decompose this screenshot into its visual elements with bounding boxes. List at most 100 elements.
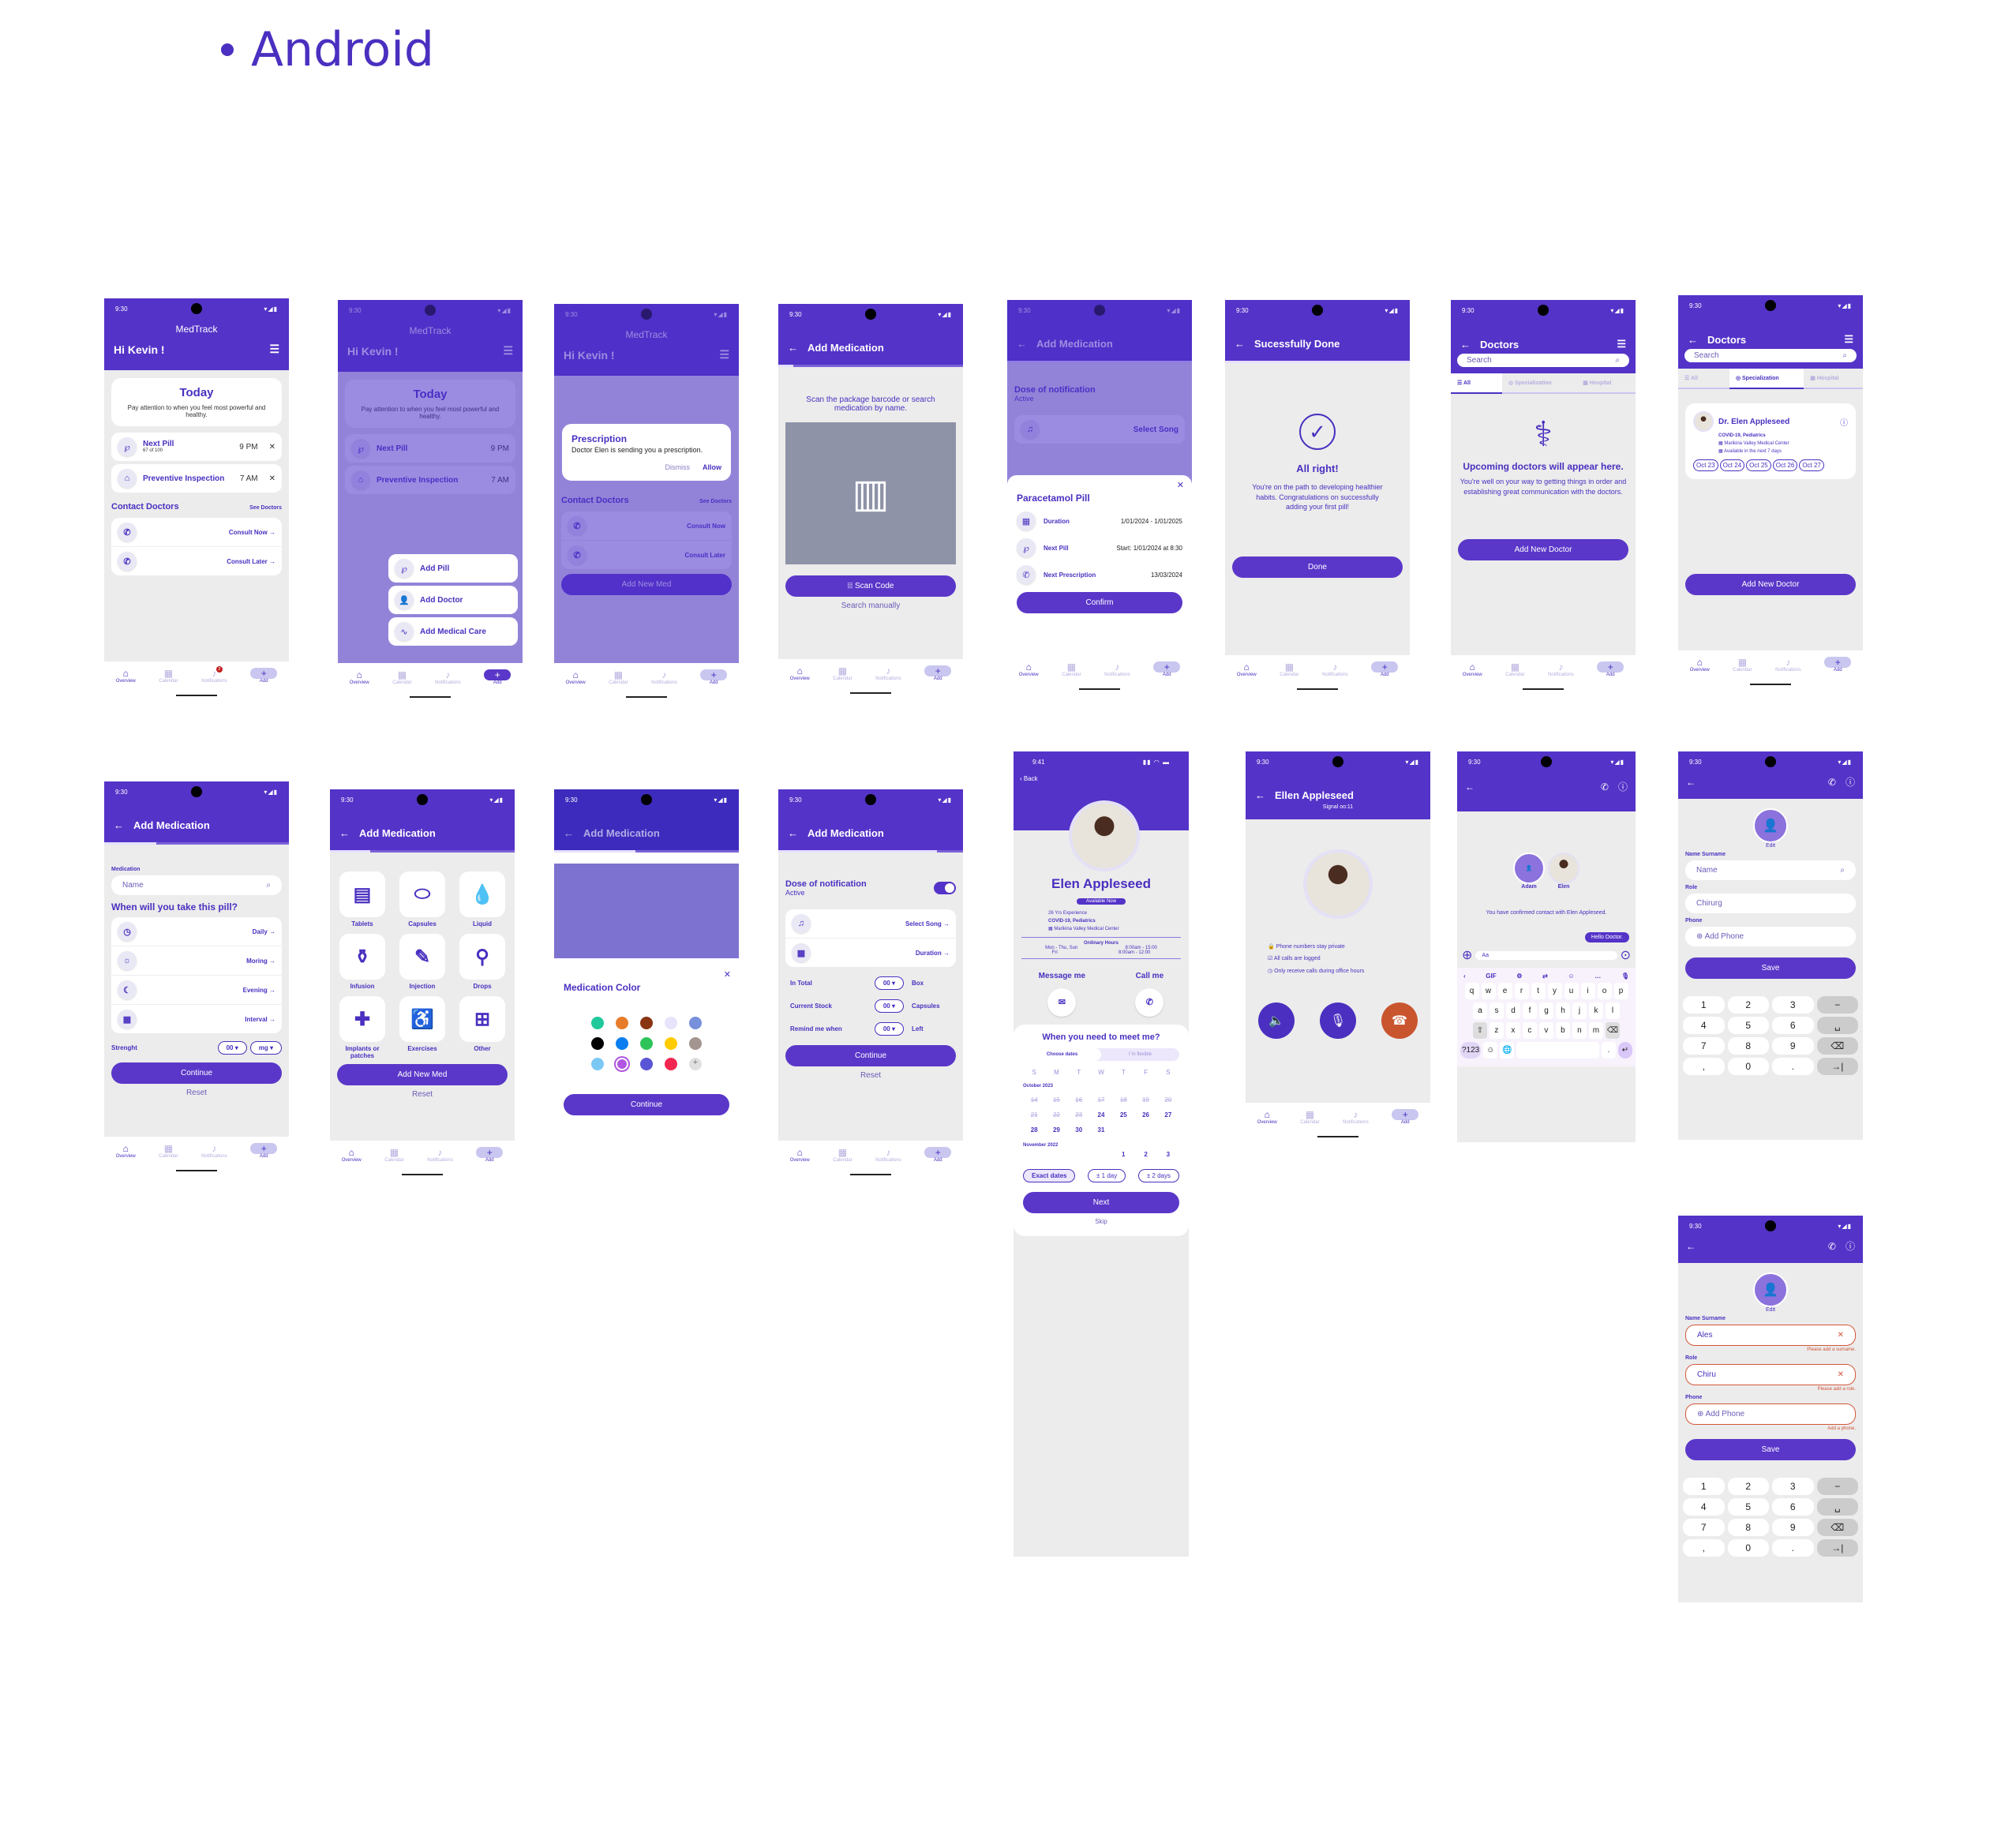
add-pill-item[interactable]: ℘ Add Pill xyxy=(388,554,518,583)
nav-notifications[interactable]: ♪ Notifications xyxy=(1322,661,1348,677)
nav-calendar[interactable]: ▦ Calendar xyxy=(1062,661,1081,677)
key-s[interactable]: s xyxy=(1490,1002,1504,1019)
nav-notifications[interactable]: ♪ Notifications xyxy=(1548,661,1574,677)
role-input[interactable]: Chiru ✕ xyxy=(1685,1364,1856,1385)
key-r[interactable]: r xyxy=(1514,983,1529,999)
back-arrow-icon[interactable]: ← xyxy=(788,342,798,354)
numpad-key[interactable]: 7 xyxy=(1683,1519,1725,1536)
medication-name-input[interactable]: Name ⌕ xyxy=(111,875,282,895)
nav-overview[interactable]: ⌂ Overview xyxy=(1237,661,1257,677)
type-tablets[interactable]: ▤ Tablets xyxy=(337,871,388,927)
color-swatch[interactable] xyxy=(665,1017,677,1029)
allow-button[interactable]: Allow xyxy=(703,463,721,471)
calendar-day[interactable]: 28 xyxy=(1023,1126,1045,1134)
close-icon[interactable]: ✕ xyxy=(724,969,731,980)
numpad-key[interactable]: 0 xyxy=(1727,1058,1769,1075)
continue-button[interactable]: Continue xyxy=(111,1062,282,1084)
add-new-med-button[interactable]: Add New Med xyxy=(337,1064,508,1085)
nav-notifications[interactable]: ♪ Notifications xyxy=(875,1147,901,1163)
nav-calendar[interactable]: ▦ Calendar xyxy=(1300,1109,1319,1125)
key-x[interactable]: x xyxy=(1505,1022,1520,1039)
color-swatch[interactable] xyxy=(689,1017,702,1029)
mic-icon[interactable]: 🎙 xyxy=(1621,972,1629,980)
type-other[interactable]: ⊞ Other xyxy=(457,996,508,1059)
add-phone-input[interactable]: ⊕ Add Phone xyxy=(1685,1403,1856,1425)
numpad-key[interactable]: 3 xyxy=(1772,1478,1814,1495)
numpad-key[interactable]: 5 xyxy=(1727,1017,1769,1034)
type-implants[interactable]: ✚ Implants or patches xyxy=(337,996,388,1059)
plus-minus-2-days-chip[interactable]: ± 2 days xyxy=(1137,1168,1179,1182)
numpad-key[interactable]: , xyxy=(1683,1539,1725,1557)
key-q[interactable]: q xyxy=(1464,983,1479,999)
nav-add[interactable]: + Add xyxy=(924,665,952,681)
color-swatch[interactable] xyxy=(640,1037,653,1050)
add-new-med-button[interactable]: Add New Med xyxy=(561,574,732,595)
shift-key[interactable]: ⇧ xyxy=(1472,1022,1487,1039)
option-daily[interactable]: ◷ Daily → xyxy=(111,917,282,946)
nav-overview[interactable]: ⌂ Overview xyxy=(116,668,136,684)
numpad-key[interactable]: . xyxy=(1772,1539,1814,1557)
option-morning[interactable]: ☼ Moring → xyxy=(111,946,282,976)
symbols-key[interactable]: ?123 xyxy=(1460,1042,1482,1059)
numpad-key[interactable]: 5 xyxy=(1727,1498,1769,1516)
see-doctors-link[interactable]: See Doctors xyxy=(699,499,732,504)
nav-add[interactable]: + Add xyxy=(1824,657,1852,673)
info-icon[interactable]: ⓘ xyxy=(1846,1239,1855,1253)
reminder-inspection[interactable]: ⌂ Preventive Inspection 7 AM xyxy=(345,466,515,494)
avatar-edit[interactable]: 👤 xyxy=(1753,1272,1788,1307)
date-chip[interactable]: Oct 26 xyxy=(1772,459,1798,471)
nav-notifications[interactable]: ♪ Notifications xyxy=(1775,657,1801,673)
name-input[interactable]: Ales ✕ xyxy=(1685,1325,1856,1346)
done-button[interactable]: Done xyxy=(1232,556,1403,578)
emoji-key[interactable]: ☺ xyxy=(1483,1042,1498,1059)
key-n[interactable]: n xyxy=(1572,1022,1587,1039)
tab-all[interactable]: ☰ All xyxy=(1451,373,1502,394)
nav-notifications[interactable]: ♪ Notifications xyxy=(201,1143,227,1159)
calendar-day[interactable]: 1 xyxy=(1112,1151,1134,1158)
globe-key[interactable]: 🌐 xyxy=(1500,1042,1515,1059)
color-swatch[interactable] xyxy=(616,1037,628,1050)
nav-overview[interactable]: ⌂ Overview xyxy=(342,1147,362,1163)
nav-overview[interactable]: ⌂ Overview xyxy=(790,665,810,681)
color-swatch[interactable] xyxy=(591,1017,604,1029)
nav-add[interactable]: + Add xyxy=(250,668,278,684)
numpad-key[interactable]: 1 xyxy=(1683,1478,1725,1495)
skip-link[interactable]: Skip xyxy=(1023,1218,1179,1225)
numpad-key[interactable]: ⌫ xyxy=(1816,1519,1858,1536)
nav-calendar[interactable]: ▦ Calendar xyxy=(1280,661,1298,677)
search-input[interactable]: Search ⌕ xyxy=(1457,354,1629,367)
nav-notifications[interactable]: ♪ Notifications xyxy=(1343,1109,1369,1125)
flexible-tab[interactable]: I´m flexible xyxy=(1101,1048,1179,1061)
key-j[interactable]: j xyxy=(1572,1002,1587,1019)
close-icon[interactable]: ✕ xyxy=(269,443,275,452)
more-icon[interactable]: … xyxy=(1594,972,1601,980)
reset-link[interactable]: Reset xyxy=(785,1071,956,1080)
consult-later[interactable]: ✆ Consult Later xyxy=(561,541,732,569)
phone-icon[interactable]: ✆ xyxy=(1601,781,1609,793)
nav-overview[interactable]: ⌂ Overview xyxy=(566,669,586,685)
nav-calendar[interactable]: ▦ Calendar xyxy=(833,665,852,681)
color-swatch[interactable] xyxy=(616,1017,628,1029)
message-input[interactable]: Aa xyxy=(1475,950,1617,960)
color-swatch[interactable] xyxy=(591,1037,604,1050)
sticker-icon[interactable]: ☺ xyxy=(1568,972,1574,980)
add-new-doctor-button[interactable]: Add New Doctor xyxy=(1458,539,1628,561)
type-exercises[interactable]: ♿ Exercises xyxy=(397,996,448,1059)
phone-icon[interactable]: ✆ xyxy=(1828,777,1836,788)
nav-notifications[interactable]: ♪ 3 Notifications xyxy=(201,666,227,684)
nav-notifications[interactable]: ♪ Notifications xyxy=(651,669,677,685)
continue-button[interactable]: Continue xyxy=(564,1094,729,1115)
key-k[interactable]: k xyxy=(1589,1002,1603,1019)
color-swatch[interactable] xyxy=(640,1017,653,1029)
space-key[interactable] xyxy=(1516,1042,1599,1059)
name-input[interactable]: Name ⌕ xyxy=(1685,860,1856,880)
back-arrow-icon[interactable]: ← xyxy=(1017,338,1027,350)
consult-now[interactable]: ✆ Consult Now → xyxy=(111,518,282,547)
filter-icon[interactable]: ☰ xyxy=(503,344,513,358)
calendar-day[interactable]: 2 xyxy=(1134,1151,1156,1158)
nav-calendar[interactable]: ▦ Calendar xyxy=(392,669,411,685)
reset-link[interactable]: Reset xyxy=(111,1089,282,1097)
dismiss-button[interactable]: Dismiss xyxy=(665,463,691,471)
back-arrow-icon[interactable]: ← xyxy=(1688,334,1698,346)
numpad-key[interactable]: →| xyxy=(1816,1058,1858,1075)
